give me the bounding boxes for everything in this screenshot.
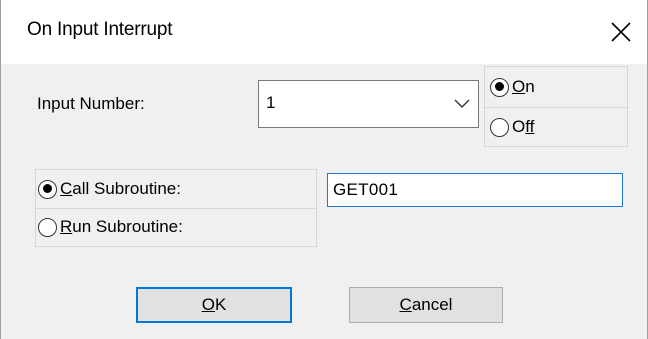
off-radio[interactable]: Off xyxy=(490,117,534,137)
on-off-group: On Off xyxy=(484,66,628,147)
ok-button-label: OK xyxy=(201,295,227,314)
input-number-value: 1 xyxy=(266,93,276,112)
close-button[interactable] xyxy=(601,12,641,52)
subroutine-name-input[interactable]: GET001 xyxy=(327,173,623,207)
group-divider xyxy=(485,107,627,108)
on-radio-label: On xyxy=(512,77,535,96)
dialog-window: On Input Interrupt Input Number: 1 On Of… xyxy=(0,0,648,339)
run-subroutine-indicator xyxy=(38,217,57,237)
ok-button[interactable]: OK xyxy=(136,287,292,323)
subroutine-name-value: GET001 xyxy=(333,180,399,199)
group-divider xyxy=(36,208,316,209)
off-radio-label: Off xyxy=(512,117,535,136)
subroutine-type-group: Call Subroutine: Run Subroutine: xyxy=(35,169,317,247)
title-bar: On Input Interrupt xyxy=(1,0,647,64)
cancel-button-label: Cancel xyxy=(399,295,453,314)
chevron-down-icon xyxy=(454,99,470,108)
cancel-button[interactable]: Cancel xyxy=(349,287,503,323)
input-number-dropdown[interactable]: 1 xyxy=(258,80,479,128)
on-radio[interactable]: On xyxy=(490,77,535,97)
run-subroutine-label: Run Subroutine: xyxy=(60,217,183,236)
on-radio-indicator xyxy=(490,77,509,97)
dialog-title: On Input Interrupt xyxy=(27,19,173,40)
close-icon xyxy=(611,22,631,42)
call-subroutine-radio[interactable]: Call Subroutine: xyxy=(38,179,181,199)
off-radio-indicator xyxy=(490,117,509,137)
call-subroutine-indicator xyxy=(38,179,57,199)
input-number-label: Input Number: xyxy=(37,94,145,113)
call-subroutine-label: Call Subroutine: xyxy=(60,179,181,198)
run-subroutine-radio[interactable]: Run Subroutine: xyxy=(38,217,183,237)
